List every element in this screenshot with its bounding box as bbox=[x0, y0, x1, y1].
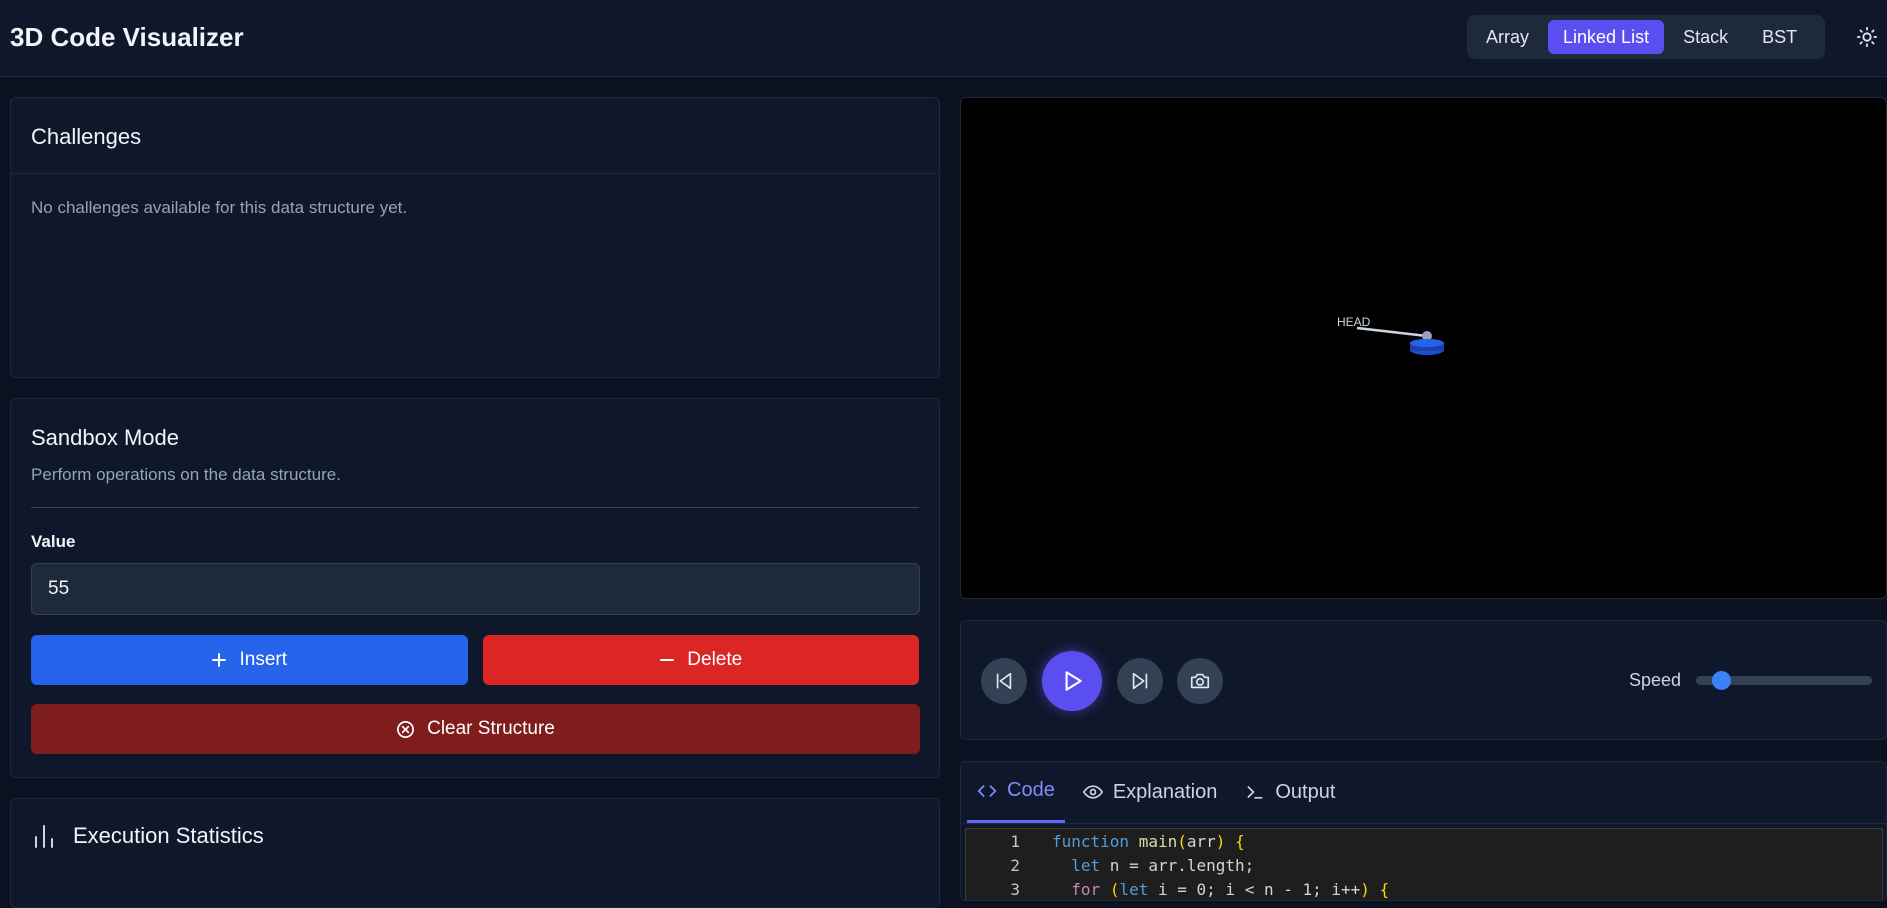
code-line: 3 for (let i = 0; i < n - 1; i++) { bbox=[966, 877, 1882, 900]
code-editor[interactable]: 1 function main(arr) { 2 let n = arr.len… bbox=[965, 828, 1883, 900]
value-label: Value bbox=[31, 532, 76, 551]
execution-statistics-title: Execution Statistics bbox=[73, 823, 264, 848]
line-number: 1 bbox=[1010, 831, 1020, 851]
tab-linked-list[interactable]: Linked List bbox=[1548, 20, 1665, 54]
delete-button[interactable]: Delete bbox=[482, 635, 919, 685]
speed-label: Speed bbox=[1629, 670, 1682, 690]
playback-controls: Speed bbox=[960, 620, 1887, 740]
tab-stack[interactable]: Stack bbox=[1668, 20, 1743, 54]
code-line: 1 function main(arr) { bbox=[966, 829, 1882, 853]
step-forward-button[interactable] bbox=[1117, 658, 1163, 704]
sandbox-title: Sandbox Mode bbox=[31, 425, 179, 450]
insert-button[interactable]: Insert bbox=[31, 635, 468, 685]
delete-label: Delete bbox=[687, 649, 743, 670]
code-panel: Code Explanation Output 1 function main(… bbox=[960, 761, 1887, 901]
code-text: let n = arr.length; bbox=[1071, 855, 1255, 875]
tab-array[interactable]: Array bbox=[1471, 20, 1544, 54]
line-number: 2 bbox=[1010, 855, 1020, 875]
tab-output-label: Output bbox=[1275, 780, 1336, 803]
insert-label: Insert bbox=[239, 649, 288, 670]
value-input[interactable] bbox=[31, 563, 920, 615]
code-text: function main(arr) { bbox=[1052, 831, 1245, 851]
challenges-header: Challenges bbox=[11, 98, 939, 174]
head-label: HEAD bbox=[1337, 315, 1371, 329]
head-pointer-line bbox=[1356, 326, 1428, 338]
camera-icon bbox=[1190, 673, 1210, 689]
sandbox-panel: Sandbox Mode Perform operations on the d… bbox=[10, 398, 940, 778]
code-line: 2 let n = arr.length; bbox=[966, 853, 1882, 877]
step-back-icon bbox=[996, 672, 1012, 690]
sun-icon bbox=[1856, 26, 1878, 48]
list-node-top bbox=[1410, 339, 1444, 347]
challenges-empty-message: No challenges available for this data st… bbox=[31, 198, 408, 217]
top-bar: 3D Code Visualizer Array Linked List Sta… bbox=[0, 0, 1887, 77]
line-number: 3 bbox=[1010, 879, 1020, 899]
speed-slider[interactable] bbox=[1696, 671, 1872, 690]
step-back-button[interactable] bbox=[981, 658, 1027, 704]
tab-output[interactable]: Output bbox=[1235, 762, 1345, 823]
tab-code[interactable]: Code bbox=[967, 762, 1065, 823]
scene-canvas: HEAD bbox=[1337, 315, 1444, 355]
eye-icon bbox=[1082, 785, 1103, 799]
3d-viewport[interactable]: HEAD bbox=[960, 97, 1887, 599]
tab-explanation[interactable]: Explanation bbox=[1073, 762, 1228, 823]
tab-code-label: Code bbox=[1007, 779, 1055, 801]
sandbox-description: Perform operations on the data structure… bbox=[31, 465, 341, 484]
bar-chart-icon bbox=[35, 825, 53, 848]
terminal-icon bbox=[1247, 786, 1263, 799]
clear-structure-button[interactable]: Clear Structure bbox=[31, 704, 920, 754]
data-structure-tabs: Array Linked List Stack BST bbox=[1467, 15, 1825, 59]
code-panel-tabs: Code Explanation Output bbox=[961, 762, 1886, 824]
challenges-title: Challenges bbox=[31, 124, 142, 149]
app-title: 3D Code Visualizer bbox=[10, 22, 244, 52]
play-icon bbox=[1065, 671, 1082, 691]
speed-slider-thumb[interactable] bbox=[1712, 671, 1731, 690]
minus-icon bbox=[660, 659, 675, 661]
challenges-panel: Challenges No challenges available for t… bbox=[10, 97, 940, 378]
tab-bst[interactable]: BST bbox=[1747, 20, 1812, 54]
screenshot-button[interactable] bbox=[1177, 658, 1223, 704]
code-icon bbox=[977, 784, 997, 797]
tab-explanation-label: Explanation bbox=[1112, 780, 1218, 803]
plus-icon bbox=[212, 653, 227, 667]
code-text: for (let i = 0; i < n - 1; i++) { bbox=[1071, 879, 1390, 899]
step-forward-icon bbox=[1132, 672, 1148, 690]
circle-x-icon bbox=[397, 720, 415, 738]
divider bbox=[31, 507, 919, 508]
play-button[interactable] bbox=[1042, 651, 1102, 711]
theme-toggle-button[interactable] bbox=[1854, 24, 1880, 50]
clear-structure-label: Clear Structure bbox=[427, 718, 555, 739]
